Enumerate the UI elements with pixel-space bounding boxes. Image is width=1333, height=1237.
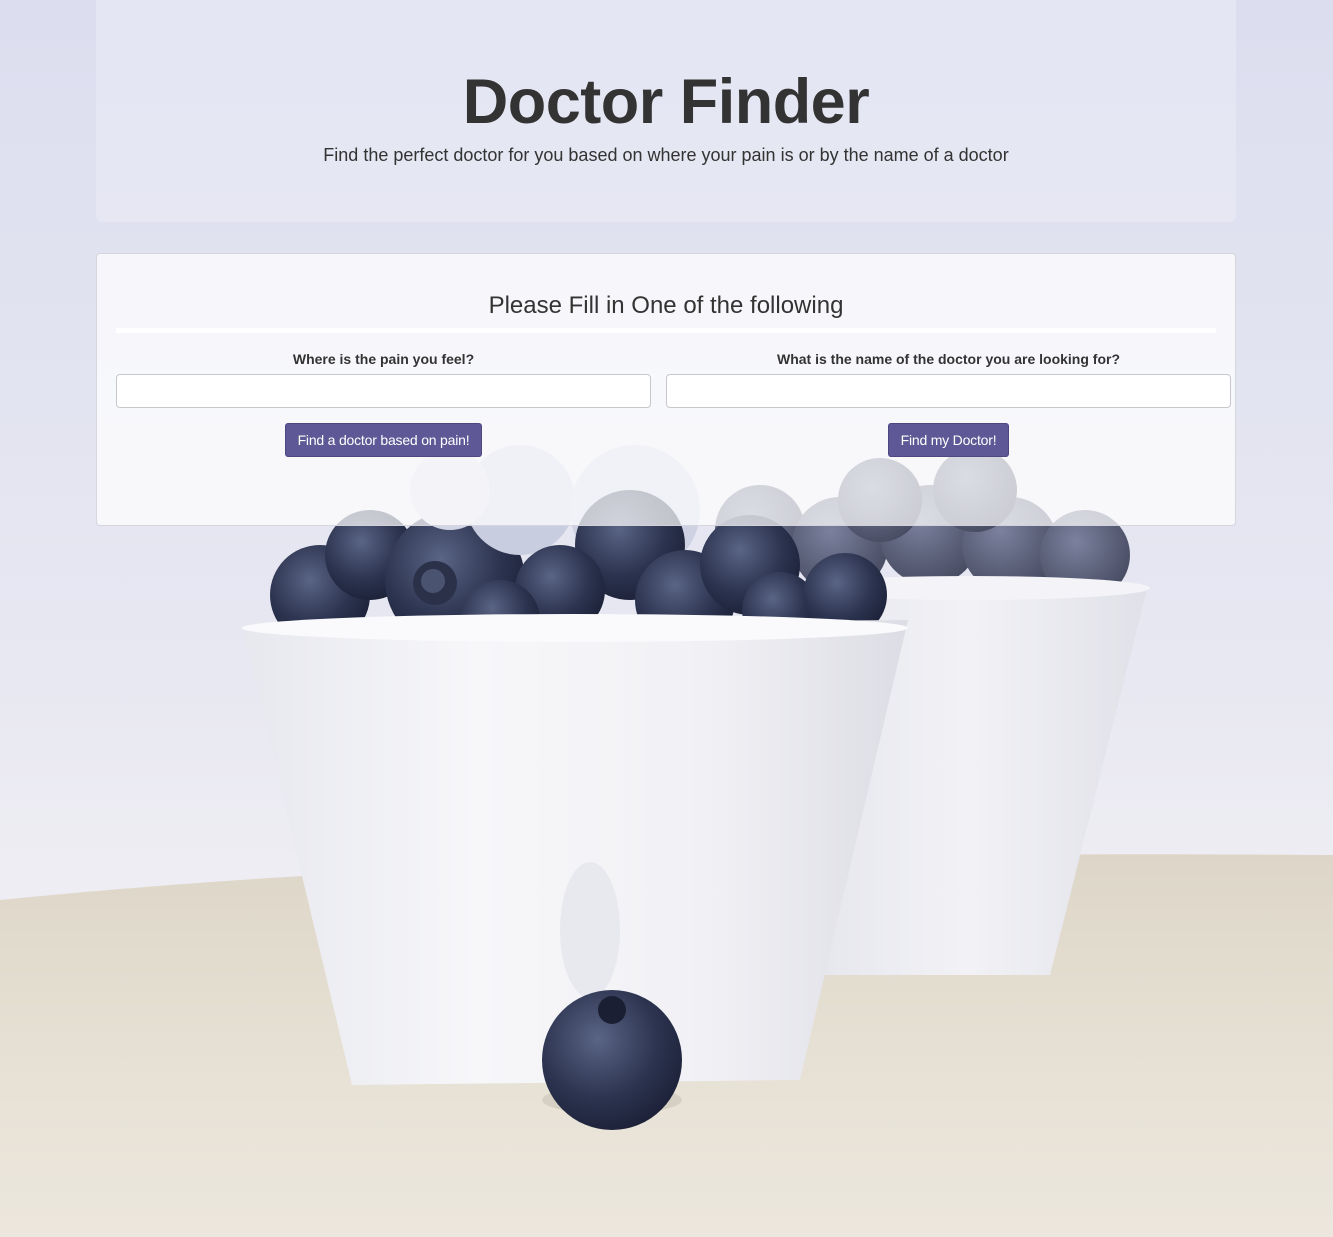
form-heading: Please Fill in One of the following — [488, 292, 844, 319]
doctor-search-group: What is the name of the doctor you are l… — [666, 349, 1231, 457]
header-jumbotron: Doctor Finder Find the perfect doctor fo… — [96, 0, 1236, 222]
page: Doctor Finder Find the perfect doctor fo… — [0, 0, 1333, 1237]
pain-field-label: Where is the pain you feel? — [292, 351, 475, 367]
pain-search-group: Where is the pain you feel? Find a docto… — [116, 349, 651, 457]
doctor-name-field-label: What is the name of the doctor you are l… — [776, 351, 1121, 367]
find-my-doctor-button[interactable]: Find my Doctor! — [887, 423, 1010, 457]
find-by-pain-button[interactable]: Find a doctor based on pain! — [284, 423, 483, 457]
page-title: Doctor Finder — [462, 67, 870, 137]
divider — [116, 328, 1216, 333]
doctor-name-input[interactable] — [666, 374, 1231, 408]
search-panel: Please Fill in One of the following Wher… — [96, 253, 1236, 526]
pain-input[interactable] — [116, 374, 651, 408]
page-subtitle: Find the perfect doctor for you based on… — [323, 145, 1009, 165]
